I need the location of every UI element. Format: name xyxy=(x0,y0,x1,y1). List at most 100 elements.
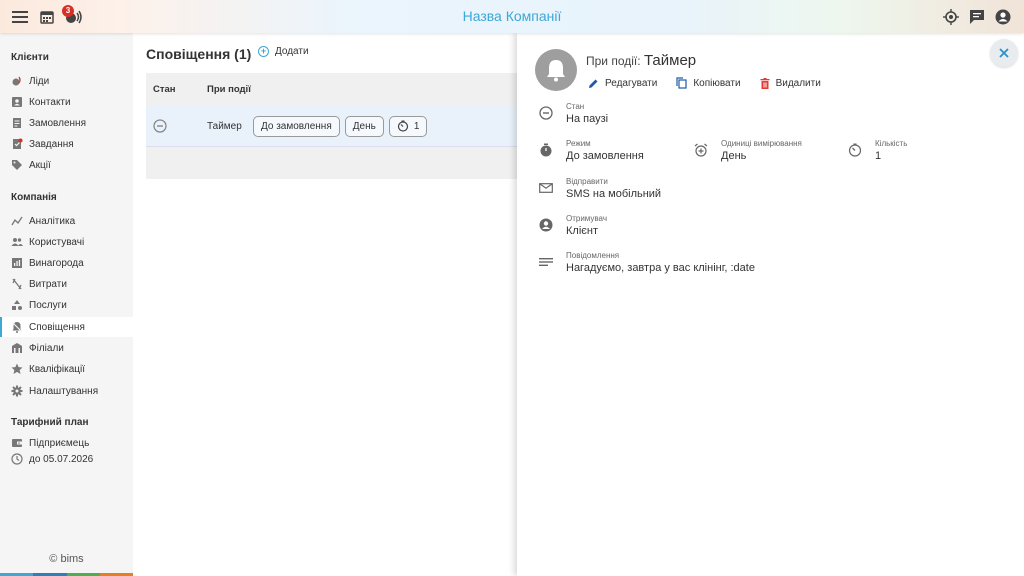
details-panel: При події: Таймер Редагувати Копіювати В… xyxy=(517,33,1024,576)
sidebar-item-qualifications[interactable]: Кваліфікації xyxy=(0,359,133,379)
event-prefix: При події: xyxy=(586,54,641,68)
sidebar-item-contacts[interactable]: Контакти xyxy=(0,92,133,112)
field-unit: Одиниці вимірювання День xyxy=(694,139,834,169)
field-value: На паузі xyxy=(566,113,609,125)
sidebar-item-services[interactable]: Послуги xyxy=(0,295,133,315)
delete-button[interactable]: Видалити xyxy=(760,77,821,89)
column-header-event[interactable]: При події xyxy=(207,84,251,95)
table-header: Стан При події xyxy=(146,73,526,106)
plan-name-row[interactable]: Підприємець xyxy=(11,437,89,449)
edit-label: Редагувати xyxy=(605,77,658,89)
sidebar-item-label: Замовлення xyxy=(29,117,86,129)
field-label: Повідомлення xyxy=(566,251,620,260)
unit-chip[interactable]: День xyxy=(344,115,384,137)
timer-icon xyxy=(397,120,409,132)
services-icon xyxy=(11,299,23,311)
contact-icon xyxy=(11,96,23,108)
tag-icon xyxy=(11,159,23,171)
sidebar-item-branches[interactable]: Філіали xyxy=(0,338,133,358)
reward-icon xyxy=(11,257,23,269)
top-bar: 3 Назва Компанії xyxy=(0,0,1024,33)
plan-name: Підприємець xyxy=(29,437,90,449)
sidebar-item-settings[interactable]: Налаштування xyxy=(0,381,133,401)
sidebar-item-leads[interactable]: Ліди xyxy=(0,71,133,91)
company-title: Назва Компанії xyxy=(462,8,562,24)
analytics-icon xyxy=(11,215,23,227)
account-icon[interactable] xyxy=(993,7,1013,27)
field-label: Одиниці вимірювання xyxy=(721,139,802,148)
sidebar-item-orders[interactable]: Замовлення xyxy=(0,113,133,133)
table-row[interactable]: Таймер До замовлення День 1 xyxy=(146,106,526,147)
sidebar-item-label: Акції xyxy=(29,159,51,171)
sidebar-item-tasks[interactable]: Завдання xyxy=(0,134,133,154)
edit-button[interactable]: Редагувати xyxy=(588,77,657,89)
sidebar-item-label: Налаштування xyxy=(29,385,99,397)
alarm-add-icon xyxy=(694,143,708,157)
field-label: Кількість xyxy=(875,139,908,148)
sidebar-item-label: Витрати xyxy=(29,278,67,290)
location-icon[interactable] xyxy=(941,7,961,27)
section-company: Компанія xyxy=(11,192,57,203)
chat-icon[interactable] xyxy=(967,7,987,27)
sidebar-item-label: Ліди xyxy=(29,75,50,87)
table-footer xyxy=(146,147,526,179)
field-value: До замовлення xyxy=(566,150,644,162)
task-icon xyxy=(11,138,23,150)
mode-chip[interactable]: До замовлення xyxy=(253,115,340,137)
count-chip[interactable]: 1 xyxy=(388,115,428,137)
field-quantity: Кількість 1 xyxy=(848,139,948,169)
stopwatch-icon xyxy=(539,143,553,157)
timer-icon xyxy=(848,143,862,157)
sidebar-item-users[interactable]: Користувачі xyxy=(0,232,133,252)
add-icon: + xyxy=(258,46,269,57)
wallet-icon xyxy=(11,437,23,449)
mail-icon xyxy=(539,181,553,195)
notification-icon xyxy=(11,321,23,333)
copy-button[interactable]: Копіювати xyxy=(676,77,741,89)
column-header-state[interactable]: Стан xyxy=(146,84,207,95)
lead-icon xyxy=(11,75,23,87)
event-title: При події: Таймер xyxy=(586,52,696,69)
field-state: Стан На паузі xyxy=(539,102,839,132)
delete-label: Видалити xyxy=(775,77,821,89)
copyright: © bims xyxy=(49,553,84,565)
sidebar-item-label: Аналітика xyxy=(29,215,76,227)
users-icon xyxy=(11,236,23,248)
count-chip-value: 1 xyxy=(413,120,420,132)
sidebar: Клієнти Ліди Контакти Замовлення Завданн… xyxy=(0,33,133,576)
field-value: Нагадуємо, завтра у вас клінінг, :date xyxy=(566,262,755,274)
sidebar-item-promotions[interactable]: Акції xyxy=(0,155,133,175)
field-label: Отримувач xyxy=(566,214,607,223)
sidebar-item-label: Сповіщення xyxy=(29,321,85,333)
field-mode: Режим До замовлення xyxy=(539,139,679,169)
copy-label: Копіювати xyxy=(693,77,741,89)
field-value: 1 xyxy=(875,150,882,162)
field-message: Повідомлення Нагадуємо, завтра у вас клі… xyxy=(539,251,939,281)
field-label: Режим xyxy=(566,139,591,148)
sidebar-item-label: Завдання xyxy=(29,138,74,150)
field-label: Стан xyxy=(566,102,585,111)
expenses-icon xyxy=(11,278,23,290)
star-icon xyxy=(11,363,23,375)
sidebar-item-label: Кваліфікації xyxy=(29,363,85,375)
sidebar-item-analytics[interactable]: Аналітика xyxy=(0,211,133,231)
sidebar-item-expenses[interactable]: Витрати xyxy=(0,274,133,294)
close-icon xyxy=(999,48,1009,58)
add-button-label: Додати xyxy=(275,46,309,57)
copy-icon xyxy=(676,77,687,89)
sidebar-item-notifications[interactable]: Сповіщення xyxy=(0,317,133,337)
close-button[interactable] xyxy=(990,39,1018,67)
field-recipient: Отримувач Клієнт xyxy=(539,214,839,244)
sidebar-item-reward[interactable]: Винагорода xyxy=(0,253,133,273)
clock-icon xyxy=(11,453,23,465)
order-icon xyxy=(11,117,23,129)
section-plan: Тарифний план xyxy=(11,417,89,428)
page-title: Сповіщення (1) xyxy=(146,46,252,62)
panel-actions: Редагувати Копіювати Видалити xyxy=(588,77,840,89)
add-button[interactable]: + Додати xyxy=(258,46,309,57)
sidebar-item-label: Винагорода xyxy=(29,257,84,269)
paused-icon xyxy=(146,119,207,133)
field-value: День xyxy=(721,150,747,162)
sidebar-item-label: Контакти xyxy=(29,96,71,108)
account-circle-icon xyxy=(539,218,553,232)
